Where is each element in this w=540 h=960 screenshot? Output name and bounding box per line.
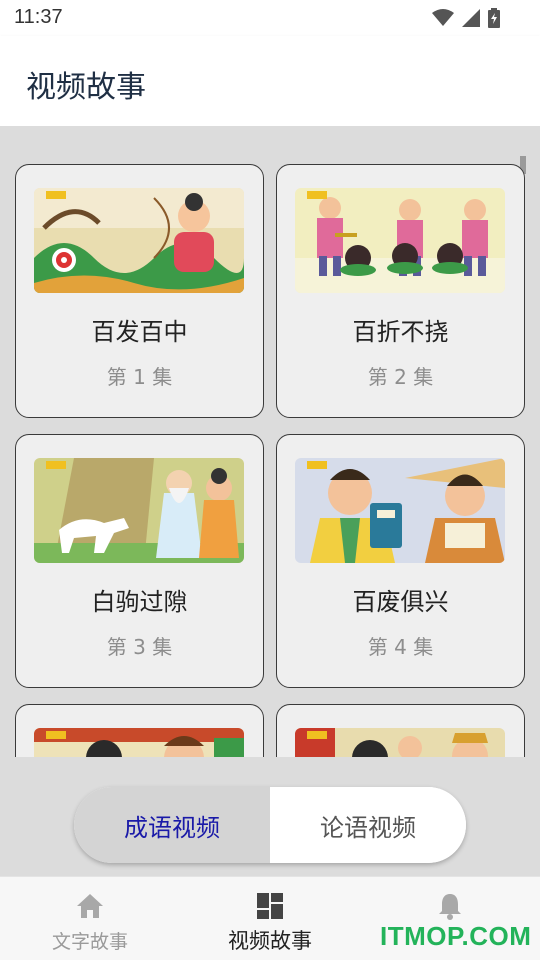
video-card[interactable]: 白驹过隙 第 3 集 [15, 434, 264, 688]
card-title: 白驹过隙 [91, 588, 188, 616]
nav-item-text-stories[interactable]: 文字故事 [0, 877, 180, 960]
video-list[interactable]: 百发百中 第 1 集 百折不挠 第 2 集 白驹过隙 第 3 集 百废俱兴 第 … [0, 126, 540, 757]
page-title: 视频故事 [26, 70, 146, 105]
card-title: 百折不挠 [352, 318, 449, 346]
card-episode: 第 3 集 [106, 635, 173, 659]
wifi-icon [432, 9, 454, 26]
card-episode: 第 4 集 [367, 635, 434, 659]
video-thumbnail [34, 728, 244, 757]
video-card[interactable] [15, 704, 264, 757]
nav-label: 视频故事 [228, 929, 312, 953]
bell-icon [439, 894, 461, 920]
signal-icon [462, 9, 480, 27]
video-thumbnail [295, 728, 505, 757]
video-card[interactable]: 百折不挠 第 2 集 [276, 164, 525, 418]
video-thumbnail [34, 458, 244, 563]
video-thumbnail [295, 188, 505, 293]
card-episode: 第 1 集 [106, 365, 173, 389]
card-episode: 第 2 集 [367, 365, 434, 389]
app-bar: 视频故事 [0, 36, 540, 126]
idiom-video-tab[interactable]: 成语视频 [74, 787, 270, 863]
watermark: ITMOP.COM [380, 921, 532, 951]
analects-video-tab[interactable]: 论语视频 [270, 787, 466, 863]
status-bar: 11:37 [0, 0, 540, 36]
dashboard-icon [257, 893, 283, 919]
video-thumbnail [34, 188, 244, 293]
video-card[interactable]: 百发百中 第 1 集 [15, 164, 264, 418]
home-icon [77, 894, 103, 918]
card-title: 百发百中 [91, 318, 188, 346]
video-card[interactable] [276, 704, 525, 757]
card-title: 百废俱兴 [352, 588, 449, 616]
video-card[interactable]: 百废俱兴 第 4 集 [276, 434, 525, 688]
battery-icon [488, 8, 500, 28]
video-thumbnail [295, 458, 505, 563]
status-icons [432, 8, 500, 28]
nav-label: 文字故事 [51, 931, 128, 953]
nav-item-video-stories[interactable]: 视频故事 [180, 877, 360, 960]
video-grid: 百发百中 第 1 集 百折不挠 第 2 集 白驹过隙 第 3 集 百废俱兴 第 … [15, 164, 525, 757]
category-toggle: 成语视频 论语视频 [74, 787, 466, 863]
status-time: 11:37 [14, 6, 63, 28]
